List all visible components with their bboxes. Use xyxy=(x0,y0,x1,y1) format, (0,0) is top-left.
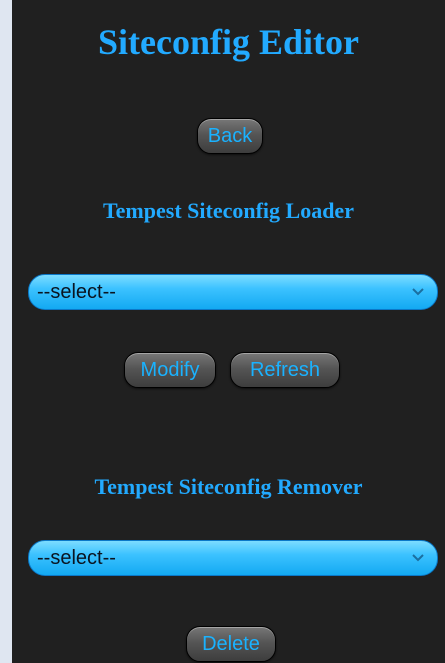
delete-button[interactable]: Delete xyxy=(186,626,276,662)
loader-heading: Tempest Siteconfig Loader xyxy=(103,198,354,223)
modify-button[interactable]: Modify xyxy=(124,352,216,388)
chevron-down-icon xyxy=(412,288,424,296)
loader-select-value: --select-- xyxy=(37,281,116,303)
chevron-down-icon xyxy=(412,554,424,562)
remover-select-value: --select-- xyxy=(37,547,116,569)
editor-panel: Siteconfig Editor Back Tempest Siteconfi… xyxy=(12,0,445,663)
remover-heading: Tempest Siteconfig Remover xyxy=(94,474,363,499)
loader-select[interactable]: --select-- xyxy=(28,274,438,310)
refresh-button[interactable]: Refresh xyxy=(230,352,340,388)
remover-select[interactable]: --select-- xyxy=(28,540,438,576)
back-button[interactable]: Back xyxy=(197,118,263,154)
page-title: Siteconfig Editor xyxy=(98,22,359,62)
